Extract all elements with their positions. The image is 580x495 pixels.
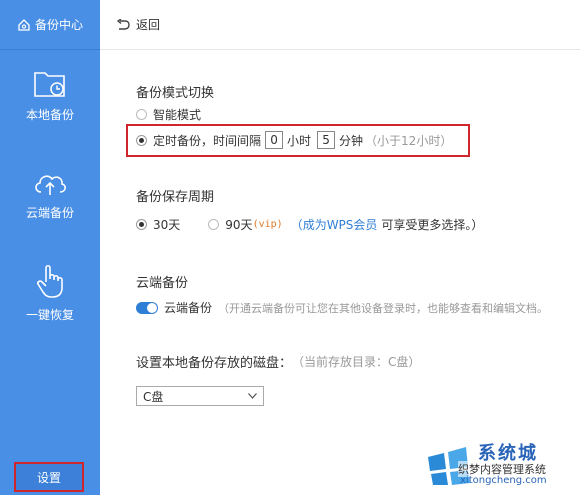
sidebar-title: 备份中心 (0, 0, 100, 50)
sidebar-title-text: 备份中心 (34, 18, 83, 32)
interval-note: （小于12小时） (365, 133, 453, 148)
watermark-url: xitongcheng.com (460, 475, 547, 486)
member-suffix: 可享受更多选择。） (381, 218, 484, 232)
top-bar: 返回 (100, 0, 580, 50)
site-watermark: 系统城 织梦内容管理系统 xitongcheng.com (424, 439, 574, 491)
minutes-unit: 分钟 (339, 133, 364, 148)
back-arrow-icon (116, 18, 130, 30)
smart-mode-option[interactable]: 智能模式 (136, 106, 201, 123)
timed-backup-label: 定时备份，时间间隔 (153, 133, 262, 148)
sidebar-item-one-click-restore[interactable]: 一键恢复 (0, 262, 100, 352)
smart-mode-radio[interactable] (136, 109, 147, 120)
retention-90-label: 90天 (225, 218, 253, 232)
back-button[interactable]: 返回 (116, 16, 160, 33)
minutes-input[interactable]: 5 (317, 131, 336, 149)
hand-pointer-icon (37, 264, 63, 298)
sidebar-item-local-backup[interactable]: 本地备份 (0, 68, 100, 158)
retention-title: 备份保存周期 (136, 190, 215, 205)
vip-tag: (vip) (252, 219, 283, 230)
retention-30-radio[interactable] (136, 219, 147, 230)
sidebar-item-label: 本地备份 (25, 108, 74, 122)
disk-title: 设置本地备份存放的磁盘： (136, 356, 293, 371)
back-label: 返回 (136, 18, 161, 32)
sidebar-item-label: 一键恢复 (25, 308, 74, 322)
cloud-backup-toggle-label: 云端备份 (164, 301, 213, 315)
chevron-down-icon (248, 393, 257, 399)
home-icon (18, 18, 30, 31)
current-dir-note: （当前存放目录：C盘） (292, 355, 421, 369)
timed-backup-option[interactable]: 定时备份，时间间隔 0 小时 5 分钟 （小于12小时） (136, 131, 452, 149)
disk-select-value: C盘 (143, 389, 164, 404)
paren-open: （ (290, 218, 303, 232)
hours-unit: 小时 (287, 133, 312, 148)
cloud-backup-description: （开通云端备份可让您在其他设备登录时，也能够查看和编辑文档。 (218, 301, 549, 315)
backup-mode-title: 备份模式切换 (136, 86, 215, 101)
disk-select[interactable]: C盘 (136, 386, 264, 406)
smart-mode-label: 智能模式 (153, 108, 202, 122)
retention-options: 30天 90天 (vip) （ 成为WPS会员 可享受更多选择。） (136, 216, 483, 233)
hours-input[interactable]: 0 (265, 131, 284, 149)
sidebar: 备份中心 本地备份 云端备份 一键恢复 设置 (0, 0, 100, 495)
cloud-upload-icon (35, 175, 66, 195)
retention-90-radio[interactable] (208, 219, 220, 230)
folder-clock-icon (34, 72, 65, 97)
timed-backup-radio[interactable] (136, 134, 147, 146)
retention-30-label: 30天 (153, 218, 181, 232)
cloud-backup-title: 云端备份 (136, 276, 189, 291)
disk-title-row: 设置本地备份存放的磁盘： （当前存放目录：C盘） (136, 352, 420, 371)
cloud-backup-row: 云端备份 （开通云端备份可让您在其他设备登录时，也能够查看和编辑文档。 (136, 299, 548, 316)
become-member-link[interactable]: 成为WPS会员 (303, 216, 378, 233)
sidebar-item-cloud-backup[interactable]: 云端备份 (0, 168, 100, 258)
cloud-backup-toggle[interactable] (136, 301, 158, 314)
sidebar-item-label: 云端备份 (25, 206, 74, 220)
settings-button[interactable]: 设置 (14, 462, 84, 492)
